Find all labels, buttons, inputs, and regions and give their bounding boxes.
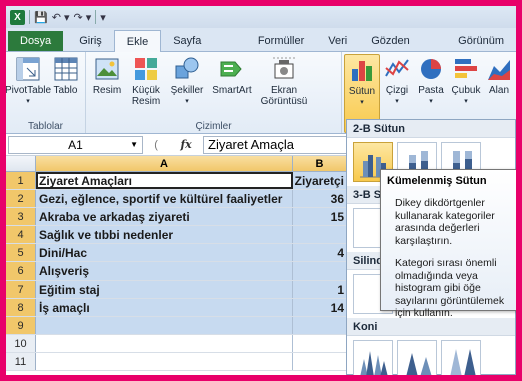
cell-b[interactable]: 36 (293, 190, 346, 208)
table-row: 4 Sağlık ve tıbbi nedenler (6, 226, 346, 245)
column-header-a[interactable]: A (36, 156, 293, 171)
cell-a[interactable]: Alışveriş (36, 262, 293, 280)
ribbon-tabs: Dosya Giriş Ekle Sayfa Düzeni Formüller … (6, 28, 516, 67)
section-cone: Koni (347, 318, 515, 336)
undo-button[interactable]: ↶ ▾ (52, 11, 70, 24)
name-box[interactable]: A1 ▼ (8, 135, 143, 154)
clipart-icon (135, 58, 157, 80)
cell-a[interactable]: Akraba ve arkadaş ziyareti (36, 208, 293, 226)
row-header[interactable]: 9 (6, 316, 36, 334)
cell-b[interactable]: 4 (293, 244, 346, 262)
cone-stacked-option[interactable] (397, 340, 437, 375)
tab-file[interactable]: Dosya (8, 31, 64, 51)
smartart-icon (220, 61, 242, 77)
cell-b[interactable]: 14 (293, 298, 346, 316)
screenshot-icon (273, 57, 295, 79)
tab-insert[interactable]: Ekle (113, 30, 162, 52)
redo-button[interactable]: ↷ ▾ (74, 11, 92, 24)
group-illustrations: Resim Küçük Resim Şekiller ▾ SmartArt Ek… (86, 52, 342, 133)
chevron-down-icon[interactable]: ▼ (130, 140, 138, 149)
column-header-b[interactable]: B (293, 156, 346, 171)
table-row: 3 Akraba ve arkadaş ziyareti 15 (6, 208, 346, 227)
quick-access-toolbar: X 💾 ↶ ▾ ↷ ▾ ▾ (6, 6, 516, 28)
tab-data[interactable]: Veri (316, 31, 359, 51)
table-row: 10 (6, 334, 346, 353)
picture-icon (95, 58, 119, 80)
customize-qat-button[interactable]: ▾ (100, 11, 106, 24)
cell-a[interactable]: Sağlık ve tıbbi nedenler (36, 226, 293, 244)
excel-logo-icon: X (10, 9, 25, 25)
row-header[interactable]: 10 (6, 334, 36, 352)
cone-clustered-option[interactable] (353, 340, 393, 375)
cell-a[interactable]: Dini/Hac (36, 244, 293, 262)
row-header[interactable]: 4 (6, 226, 36, 244)
cone-100-icon (450, 349, 476, 375)
section-2d-column: 2-B Sütun (347, 120, 515, 138)
table-row: 2 Gezi, eğlence, sportif ve kültürel faal… (6, 190, 346, 209)
row-header[interactable]: 5 (6, 244, 36, 262)
bar-chart-icon (455, 59, 477, 78)
table-row: 8 İş amaçlı 14 (6, 298, 346, 317)
tab-view[interactable]: Görünüm (446, 31, 516, 51)
table-row: 9 (6, 316, 346, 335)
rows: 1 Ziyaret Amaçları Ziyaretçi 2 Gezi, eğlence… (6, 172, 346, 372)
chart-tooltip: Kümelenmiş Sütun Dikey dikdörtgenler kul… (380, 169, 516, 319)
tooltip-description: Dikey dikdörtgenler kullanarak kategoril… (395, 197, 495, 247)
column-headers: A B (6, 156, 346, 172)
cell-b[interactable] (293, 334, 346, 352)
cell-b[interactable]: 1 (293, 280, 346, 298)
cell-b[interactable] (293, 352, 346, 371)
cell-a[interactable]: İş amaçlı (36, 298, 293, 316)
cell-b[interactable]: 15 (293, 208, 346, 226)
tab-home[interactable]: Giriş (67, 31, 114, 51)
table-row: 5 Dini/Hac 4 (6, 244, 346, 263)
table-row: 6 Alışveriş (6, 262, 346, 281)
row-header[interactable]: 3 (6, 208, 36, 226)
cell-a[interactable]: Gezi, eğlence, sportif ve kültürel faali… (36, 190, 293, 208)
tooltip-usage: Kategori sırası önemli olmadığında veya … (395, 257, 505, 319)
cone-100-option[interactable] (441, 340, 481, 375)
pivottable-icon (16, 57, 40, 81)
select-all-button[interactable] (6, 156, 36, 171)
cell-a[interactable] (36, 352, 293, 371)
table-icon (54, 57, 77, 81)
cell-a[interactable]: Ziyaret Amaçları (36, 172, 293, 190)
table-row: 7 Eğitim staj 1 (6, 280, 346, 299)
row-header[interactable]: 7 (6, 280, 36, 298)
cell-a[interactable]: Eğitim staj (36, 280, 293, 298)
save-icon[interactable]: 💾 (34, 11, 48, 24)
cell-a[interactable] (36, 334, 293, 352)
area-chart-icon (488, 60, 510, 80)
table-row: 1 Ziyaret Amaçları Ziyaretçi (6, 172, 346, 191)
row-header[interactable]: 6 (6, 262, 36, 280)
row-header[interactable]: 8 (6, 298, 36, 316)
cell-b[interactable] (293, 226, 346, 244)
tooltip-title: Kümelenmiş Sütun (387, 175, 487, 187)
excel-window: X 💾 ↶ ▾ ↷ ▾ ▾ Dosya Giriş Ekle Sayfa Düz… (6, 6, 516, 375)
group-tables: PivotTable ▾ Tablo Tablolar (6, 52, 86, 133)
column-chart-icon (352, 61, 372, 81)
worksheet-grid: A B 1 Ziyaret Amaçları Ziyaretçi 2 Gezi, eğl… (6, 156, 346, 372)
cone-icon (360, 351, 388, 375)
cell-b[interactable]: Ziyaretçi (293, 172, 346, 190)
cone-stacked-icon (406, 353, 432, 375)
table-row: 11 (6, 352, 346, 372)
tab-page-layout[interactable]: Sayfa Düzeni (161, 31, 246, 67)
cell-b[interactable] (293, 262, 346, 280)
row-header[interactable]: 1 (6, 172, 36, 190)
fx-cancel-icon[interactable]: ( (154, 139, 158, 151)
row-header[interactable]: 2 (6, 190, 36, 208)
pie-chart-icon (421, 59, 441, 79)
cell-b[interactable] (293, 316, 346, 334)
shapes-icon (175, 57, 199, 79)
tab-formulas[interactable]: Formüller (246, 31, 316, 51)
tab-review[interactable]: Gözden Geçir (359, 31, 446, 67)
row-header[interactable]: 11 (6, 352, 36, 371)
insert-function-button[interactable]: fx (180, 138, 191, 151)
cell-a[interactable] (36, 316, 293, 334)
line-chart-icon (385, 59, 409, 77)
